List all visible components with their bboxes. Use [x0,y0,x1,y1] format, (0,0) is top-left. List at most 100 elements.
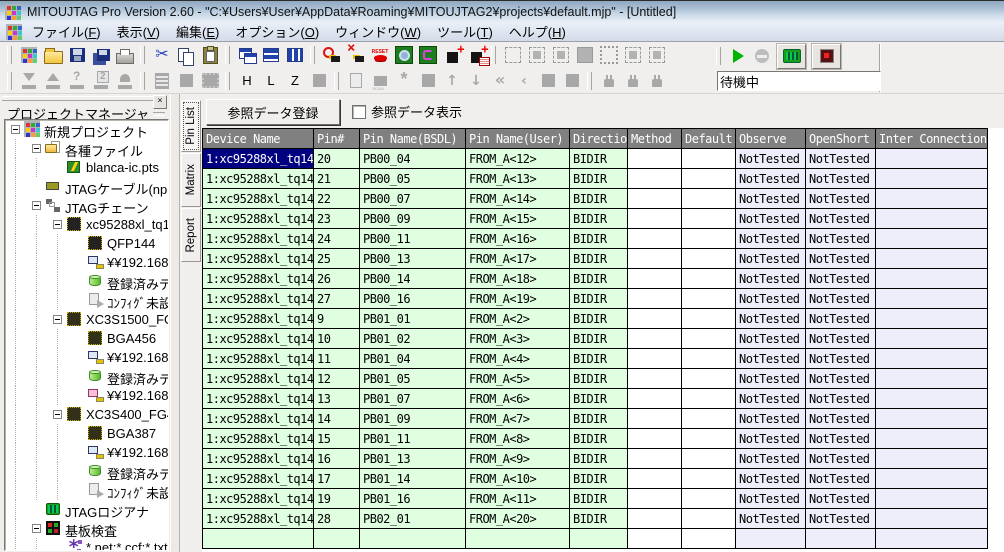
tree-expand-box[interactable] [53,220,62,229]
table-cell[interactable]: 1:xc95288xl_tq144 [203,489,314,509]
table-cell[interactable]: FROM_A<2> [466,309,570,329]
table-cell[interactable]: BIDIR [570,209,628,229]
table-cell[interactable] [682,249,736,269]
table-cell[interactable]: NotTested [806,409,876,429]
table-cell[interactable] [628,449,682,469]
table-cell[interactable]: 28 [314,509,360,529]
table-cell[interactable]: 9 [314,309,360,329]
table-cell[interactable]: BIDIR [570,449,628,469]
menu-tool[interactable]: ツール(T) [429,21,501,42]
table-cell[interactable] [314,529,360,549]
tree-item-label[interactable]: ¥¥192.168.2.1 [107,255,169,270]
bsdl-scan-button[interactable] [416,44,440,66]
table-cell[interactable] [628,369,682,389]
table-cell[interactable]: 13 [314,389,360,409]
print-button[interactable] [113,44,137,66]
tree-item[interactable]: ｺﾝﾌｨｸﾞ未設定 [5,291,168,310]
table-cell[interactable]: PB00_14 [360,269,466,289]
table-cell[interactable]: NotTested [736,169,806,189]
table-cell[interactable]: FROM_A<16> [466,229,570,249]
cut-button[interactable] [150,44,174,66]
tree-item-label[interactable]: xc95288xl_tq144 [86,217,169,232]
open-folder-button[interactable] [41,44,65,66]
table-cell[interactable]: 14 [314,409,360,429]
table-cell[interactable]: NotTested [736,289,806,309]
table-cell[interactable]: 1:xc95288xl_tq144 [203,229,314,249]
table-cell[interactable]: PB01_07 [360,389,466,409]
tree-item[interactable]: *.net;*.ccf;*.txt [5,538,168,551]
menu-window[interactable]: ウィンドウ(W) [327,21,429,42]
tree-item[interactable]: blanca-ic.pts [5,158,168,177]
table-cell[interactable]: NotTested [806,489,876,509]
tree-expand-box[interactable] [11,125,20,134]
table-cell[interactable] [360,529,466,549]
tree-expand-box[interactable] [32,144,41,153]
table-cell[interactable] [876,449,988,469]
table-cell[interactable]: BIDIR [570,269,628,289]
table-cell[interactable]: NotTested [736,309,806,329]
table-cell[interactable] [628,309,682,329]
table-cell[interactable]: BIDIR [570,149,628,169]
table-cell[interactable] [628,269,682,289]
table-cell[interactable] [876,189,988,209]
table-cell[interactable]: NotTested [736,469,806,489]
table-cell[interactable] [628,509,682,529]
table-cell[interactable]: PB00_05 [360,169,466,189]
table-cell[interactable]: FROM_A<15> [466,209,570,229]
table-cell[interactable] [876,429,988,449]
select-inner3-button[interactable] [621,44,645,66]
table-cell[interactable]: 1:xc95288xl_tq144 [203,409,314,429]
menu-option[interactable]: オプション(O) [227,21,327,42]
table-cell[interactable]: 1:xc95288xl_tq144 [203,289,314,309]
table-cell[interactable] [876,509,988,529]
table-cell[interactable] [570,529,628,549]
table-cell[interactable]: PB01_14 [360,469,466,489]
table-cell[interactable]: 1:xc95288xl_tq144 [203,209,314,229]
tab-matrix[interactable]: Matrix [181,153,201,207]
table-cell[interactable]: NotTested [806,229,876,249]
table-cell[interactable]: 1:xc95288xl_tq144 [203,429,314,449]
table-cell[interactable] [876,389,988,409]
table-cell[interactable]: PB01_05 [360,369,466,389]
tree-item[interactable]: xc95288xl_tq144 [5,215,168,234]
table-cell[interactable] [628,409,682,429]
menu-help[interactable]: ヘルプ(H) [501,21,574,42]
table-cell[interactable] [682,389,736,409]
table-cell[interactable] [682,529,736,549]
tree-item[interactable]: QFP144 [5,234,168,253]
tree-item-label[interactable]: XC3S400_FG456 [86,407,169,422]
table-cell[interactable]: PB01_09 [360,409,466,429]
table-cell[interactable]: FROM_A<6> [466,389,570,409]
table-cell[interactable]: NotTested [806,349,876,369]
table-cell[interactable]: FROM_A<17> [466,249,570,269]
menu-edit[interactable]: 編集(E) [168,21,227,42]
table-cell[interactable] [628,429,682,449]
table-cell[interactable]: NotTested [806,329,876,349]
table-cell[interactable]: NotTested [806,309,876,329]
detect-chain-button[interactable] [392,44,416,66]
menu-view[interactable]: 表示(V) [109,21,168,42]
table-cell[interactable]: 21 [314,169,360,189]
tree-item-label[interactable]: QFP144 [107,236,155,251]
tree-item[interactable]: 登録済みデバ [5,272,168,291]
table-cell[interactable]: NotTested [806,449,876,469]
table-cell[interactable] [876,149,988,169]
tree-item[interactable]: 登録済みデバ [5,462,168,481]
tree-item[interactable]: 基板検査 [5,519,168,538]
tree-item[interactable]: ¥¥192.168.2.1 [5,443,168,462]
tree-item[interactable]: ｺﾝﾌｨｸﾞ未設定 [5,481,168,500]
table-cell[interactable]: NotTested [806,469,876,489]
table-cell[interactable] [682,189,736,209]
table-cell[interactable] [682,309,736,329]
table-cell[interactable]: PB01_16 [360,489,466,509]
table-cell[interactable]: NotTested [806,189,876,209]
tree-item-label[interactable]: ¥¥192.168.2.1 [107,445,169,460]
table-cell[interactable] [628,289,682,309]
table-cell[interactable] [806,529,876,549]
tree-item[interactable]: XC3S1500_FG456 [5,310,168,329]
tree-item[interactable]: 新規プロジェクト [5,120,168,139]
table-cell[interactable] [682,429,736,449]
table-cell[interactable]: 1:xc95288xl_tq144 [203,309,314,329]
table-cell[interactable] [682,329,736,349]
table-cell[interactable]: NotTested [736,229,806,249]
